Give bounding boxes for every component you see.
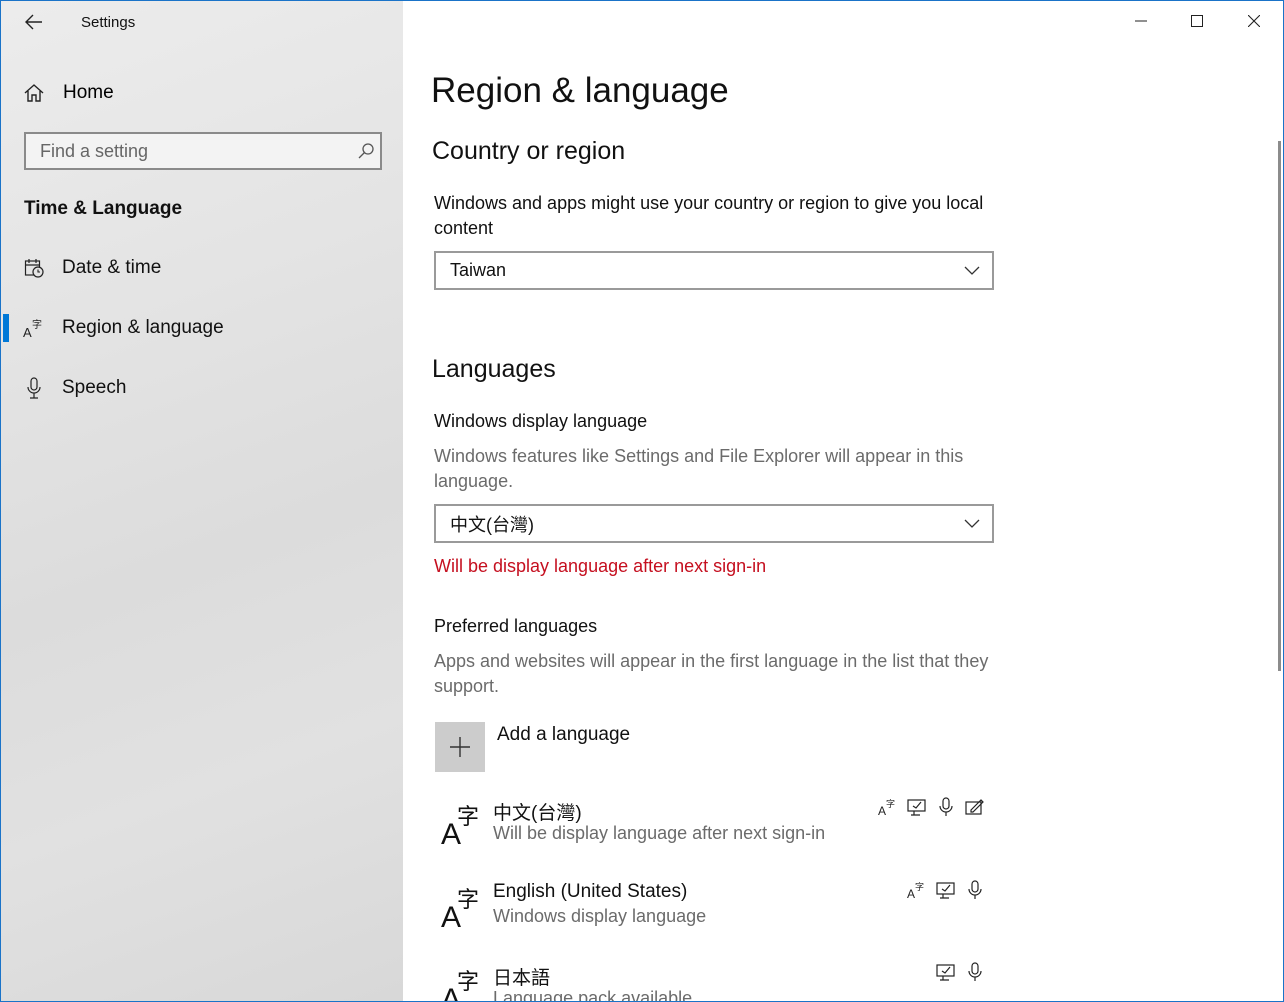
language-item-en-us[interactable]: A 字 English (United States) Windows disp…	[435, 877, 995, 947]
text-to-speech-icon	[906, 796, 927, 817]
main-content: Region & language Country or region Wind…	[403, 1, 1283, 1001]
text-to-speech-icon	[935, 961, 956, 982]
language-capabilities: A字	[877, 796, 985, 817]
settings-window: Settings Home Time & Language	[0, 0, 1284, 1002]
display-language-value: 中文(台灣)	[450, 514, 534, 535]
page-title: Region & language	[431, 71, 729, 110]
language-pack-icon: A字	[877, 796, 898, 817]
preferred-languages-label: Preferred languages	[434, 616, 598, 636]
country-dropdown-value: Taiwan	[450, 260, 507, 280]
sidebar-item-speech[interactable]: Speech	[1, 368, 403, 408]
preferred-languages-description: Apps and websites will appear in the fir…	[434, 651, 989, 696]
handwriting-icon	[964, 796, 985, 817]
speech-icon	[935, 796, 956, 817]
country-description: Windows and apps might use your country …	[434, 193, 984, 238]
add-language-label: Add a language	[497, 724, 631, 745]
svg-text:字: 字	[457, 888, 479, 913]
add-language-button[interactable]: Add a language	[435, 722, 735, 772]
speech-icon	[964, 879, 985, 900]
language-name: English (United States)	[493, 881, 688, 902]
svg-text:A: A	[878, 804, 886, 817]
language-name: 日本語	[493, 968, 551, 989]
svg-text:字: 字	[915, 881, 924, 893]
app-title: Settings	[81, 14, 136, 31]
svg-text:字: 字	[32, 318, 42, 331]
search-icon[interactable]	[352, 142, 380, 160]
back-button[interactable]	[19, 7, 49, 37]
svg-text:字: 字	[886, 798, 895, 810]
language-icon: A 字	[441, 970, 479, 1001]
language-icon: A 字	[23, 318, 45, 338]
sidebar-item-label: Speech	[62, 377, 127, 398]
display-language-dropdown[interactable]: 中文(台灣)	[434, 504, 994, 543]
language-icon: A 字	[441, 805, 479, 846]
plus-icon	[435, 722, 485, 772]
display-language-label: Windows display language	[434, 411, 648, 431]
microphone-icon	[23, 377, 45, 399]
sidebar-item-label: Date & time	[62, 257, 162, 278]
search-input[interactable]	[26, 139, 352, 163]
calendar-clock-icon	[23, 258, 45, 278]
language-status: Windows display language	[493, 906, 707, 926]
chevron-down-icon	[952, 519, 992, 529]
section-label: Time & Language	[24, 198, 183, 219]
country-heading: Country or region	[432, 137, 626, 165]
display-language-warning: Will be display language after next sign…	[434, 556, 767, 576]
search-box[interactable]	[24, 132, 382, 170]
sidebar: Settings Home Time & Language	[1, 1, 403, 1001]
languages-heading: Languages	[432, 355, 556, 383]
home-icon	[24, 84, 44, 102]
back-arrow-icon	[25, 14, 42, 30]
speech-icon	[964, 961, 985, 982]
sidebar-item-label: Region & language	[62, 317, 224, 338]
svg-text:字: 字	[457, 805, 479, 830]
language-item-zh-tw[interactable]: A 字 中文(台灣) Will be display language afte…	[435, 794, 995, 864]
language-pack-icon: A字	[906, 879, 927, 900]
language-item-ja[interactable]: A 字 日本語 Language pack available	[435, 959, 995, 1002]
nav-home[interactable]: Home	[23, 75, 383, 111]
svg-text:字: 字	[457, 970, 479, 995]
sidebar-item-date-time[interactable]: Date & time	[1, 248, 403, 288]
display-language-description: Windows features like Settings and File …	[434, 446, 964, 491]
language-icon: A 字	[441, 888, 479, 929]
language-capabilities	[935, 961, 985, 982]
language-name: 中文(台灣)	[493, 803, 582, 824]
country-dropdown[interactable]: Taiwan	[434, 251, 994, 290]
scrollbar[interactable]	[1278, 141, 1281, 671]
nav-home-label: Home	[63, 82, 114, 103]
sidebar-item-region-language[interactable]: A 字 Region & language	[1, 308, 403, 348]
svg-text:A: A	[23, 325, 32, 338]
text-to-speech-icon	[935, 879, 956, 900]
language-capabilities: A字	[906, 879, 985, 900]
chevron-down-icon	[952, 266, 992, 276]
language-status: Will be display language after next sign…	[493, 823, 826, 843]
svg-text:A: A	[907, 887, 915, 900]
language-status: Language pack available	[493, 988, 693, 1002]
